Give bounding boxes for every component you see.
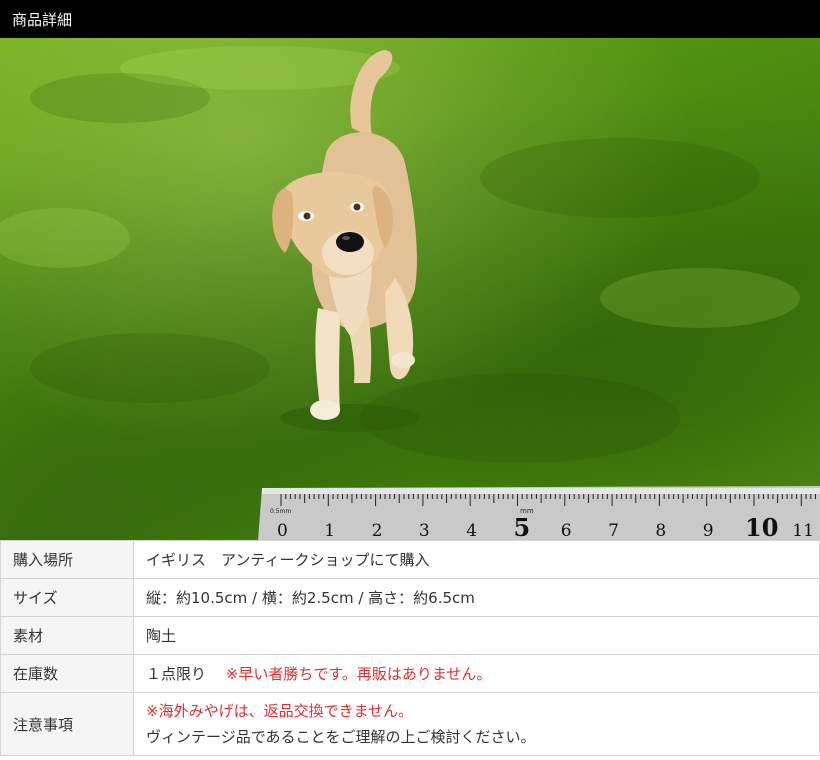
stock-note: ※早い者勝ちです。再販はありません。 [225, 665, 492, 683]
ruler-number: 4 [466, 521, 477, 540]
spec-value-cell: ※海外みやげは、返品交換できません。 ヴィンテージ品であることをご理解の上ご検討… [133, 692, 820, 756]
ruler-number: 7 [608, 521, 619, 540]
ruler-mm-unit: mm [520, 507, 534, 515]
table-row: サイズ 縦：約10.5cm / 横：約2.5cm / 高さ：約6.5cm [0, 578, 820, 617]
section-title: 商品詳細 [12, 10, 73, 29]
ruler-number: 10 [745, 513, 778, 540]
ruler: 0 1 2 3 4 5 6 7 8 9 10 11 0.5mm mm [258, 486, 820, 540]
ruler-number: 5 [514, 513, 531, 540]
ruler-number: 1 [324, 521, 335, 540]
caution-text: ヴィンテージ品であることをご理解の上ご検討ください。 [146, 728, 536, 746]
spec-label: サイズ [0, 578, 134, 617]
ruler-number: 2 [372, 521, 383, 540]
ruler-number: 6 [561, 521, 572, 540]
table-row: 購入場所 イギリス アンティークショップにて購入 [0, 540, 820, 579]
section-header: 商品詳細 [0, 0, 820, 38]
spec-table: 購入場所 イギリス アンティークショップにて購入 サイズ 縦：約10.5cm /… [0, 540, 820, 756]
caution-note: ※海外みやげは、返品交換できません。 [146, 702, 414, 720]
spec-value: 縦：約10.5cm / 横：約2.5cm / 高さ：約6.5cm [133, 578, 820, 617]
spec-value: 陶土 [133, 616, 820, 655]
ruler-small-unit: 0.5mm [270, 508, 291, 515]
spec-label: 購入場所 [0, 540, 134, 579]
ruler-number: 0 [277, 521, 288, 540]
spec-label: 注意事項 [0, 692, 134, 756]
dog-figurine-image: 0 1 2 3 4 5 6 7 8 9 10 11 0.5mm mm [0, 46, 820, 540]
table-row: 在庫数 １点限り ※早い者勝ちです。再販はありません。 [0, 654, 820, 693]
ruler-number: 3 [419, 521, 430, 540]
stock-count: １点限り [146, 665, 207, 683]
table-row: 注意事項 ※海外みやげは、返品交換できません。 ヴィンテージ品であることをご理解… [0, 692, 820, 756]
spec-label: 在庫数 [0, 654, 134, 693]
spec-label: 素材 [0, 616, 134, 655]
product-photo: 0 1 2 3 4 5 6 7 8 9 10 11 0.5mm mm [0, 38, 820, 540]
spec-value-cell: １点限り ※早い者勝ちです。再販はありません。 [133, 654, 820, 693]
ruler-number: 9 [703, 521, 714, 540]
ruler-number: 11 [792, 521, 814, 540]
spec-value: イギリス アンティークショップにて購入 [133, 540, 820, 579]
ruler-number: 8 [655, 521, 666, 540]
table-row: 素材 陶土 [0, 616, 820, 655]
